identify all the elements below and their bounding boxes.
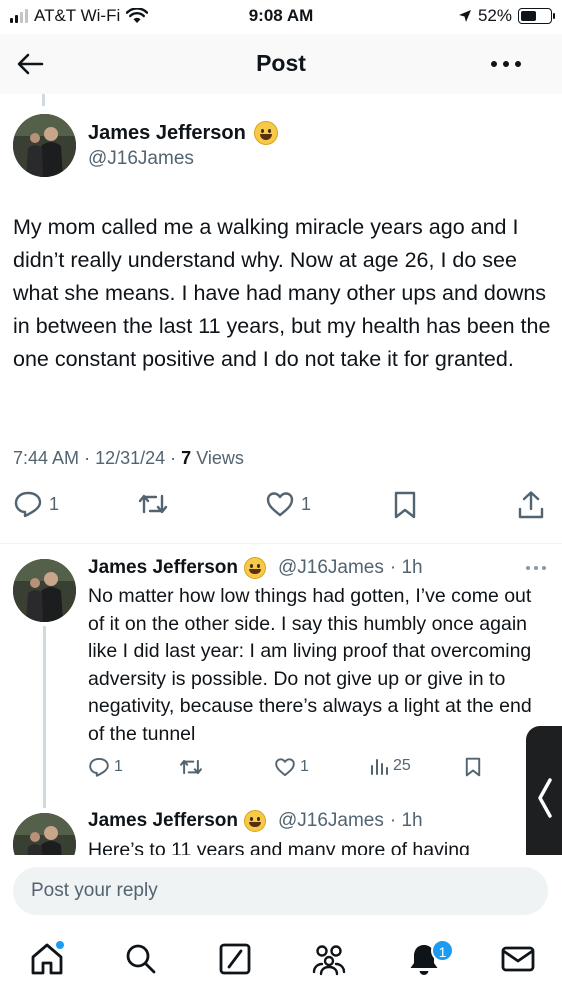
battery-fill bbox=[521, 11, 536, 21]
notification-badge: 1 bbox=[431, 939, 454, 962]
author-name[interactable]: James Jefferson bbox=[88, 121, 278, 145]
author-handle[interactable]: @J16James bbox=[88, 148, 194, 170]
reply-time: · 1h bbox=[389, 810, 423, 831]
post-meta: 7:44 AM · 12/31/24 · 7 Views bbox=[13, 448, 244, 468]
bookmark-button[interactable] bbox=[392, 490, 418, 520]
like-button[interactable]: 1 bbox=[274, 756, 309, 778]
reply-text: Here’s to 11 years and many more of havi… bbox=[88, 839, 470, 855]
views-count: 25 bbox=[393, 757, 411, 774]
post-time: 7:44 AM bbox=[13, 448, 80, 468]
location-arrow-icon bbox=[458, 10, 471, 22]
post-header: Post bbox=[0, 34, 562, 94]
reply-actions: 1 1 25 bbox=[0, 756, 562, 782]
chevron-left-icon bbox=[538, 778, 552, 818]
reply-item: James Jefferson @J16James · 1h Here’s to… bbox=[0, 805, 562, 855]
reply-icon bbox=[14, 491, 42, 518]
reply-count: 1 bbox=[114, 758, 123, 775]
share-button[interactable] bbox=[516, 490, 546, 520]
reply-count: 1 bbox=[49, 493, 60, 514]
divider bbox=[0, 543, 562, 544]
views-label: Views bbox=[196, 448, 244, 468]
battery-percent: 52% bbox=[477, 6, 512, 25]
repost-icon bbox=[180, 759, 202, 775]
status-right: 52% bbox=[458, 6, 555, 26]
reply-button[interactable]: 1 bbox=[13, 490, 59, 518]
home-new-dot bbox=[56, 941, 64, 949]
more-options-icon[interactable] bbox=[524, 563, 548, 573]
author-name-text: James Jefferson bbox=[88, 121, 246, 144]
bookmark-icon bbox=[465, 757, 481, 777]
repost-button[interactable] bbox=[178, 756, 204, 778]
reply-input[interactable]: Post your reply bbox=[13, 867, 548, 915]
views-button[interactable]: 25 bbox=[369, 756, 411, 776]
like-button[interactable]: 1 bbox=[265, 490, 311, 518]
like-count: 1 bbox=[300, 758, 309, 775]
messages-icon[interactable] bbox=[500, 941, 536, 977]
views-chart-icon bbox=[371, 759, 388, 775]
bookmark-icon bbox=[394, 491, 416, 519]
reply-icon bbox=[89, 757, 109, 777]
bookmark-button[interactable] bbox=[464, 756, 482, 778]
battery-icon bbox=[518, 8, 555, 24]
reply-header: James Jefferson @J16James · 1h bbox=[88, 557, 423, 579]
reply-text: No matter how low things had gotten, I’v… bbox=[88, 585, 532, 745]
page-title: Post bbox=[256, 50, 306, 76]
side-panel-handle[interactable] bbox=[526, 726, 562, 870]
reply-composer: Post your reply bbox=[0, 855, 562, 923]
reply-author-name[interactable]: James Jefferson bbox=[88, 810, 238, 832]
status-bar: AT&T Wi-Fi 9:08 AM 52% bbox=[0, 0, 562, 34]
like-count: 1 bbox=[301, 493, 312, 514]
share-icon bbox=[518, 491, 544, 519]
grinning-face-icon bbox=[243, 810, 266, 832]
reply-author-handle[interactable]: @J16James bbox=[278, 557, 384, 579]
repost-icon bbox=[138, 494, 168, 514]
post-text: My mom called me a walking miracle years… bbox=[13, 215, 551, 371]
post-date: 12/31/24 bbox=[95, 448, 166, 468]
reply-button[interactable]: 1 bbox=[88, 756, 123, 778]
reply-author-name[interactable]: James Jefferson bbox=[88, 557, 238, 579]
reply-author-handle[interactable]: @J16James bbox=[278, 810, 384, 832]
thread-connector bbox=[42, 94, 45, 106]
grok-icon[interactable] bbox=[217, 941, 253, 977]
search-icon[interactable] bbox=[123, 941, 159, 977]
reply-time: · 1h bbox=[389, 557, 423, 578]
reply-header: James Jefferson @J16James · 1h bbox=[88, 810, 423, 832]
bottom-nav bbox=[0, 923, 562, 1000]
avatar[interactable] bbox=[13, 114, 76, 177]
more-options-icon[interactable] bbox=[488, 54, 524, 74]
communities-icon[interactable] bbox=[311, 941, 347, 977]
repost-button[interactable] bbox=[136, 490, 170, 518]
grinning-face-icon bbox=[243, 557, 266, 579]
like-icon bbox=[275, 758, 295, 777]
like-icon bbox=[266, 492, 294, 517]
avatar[interactable] bbox=[13, 559, 76, 622]
avatar[interactable] bbox=[13, 813, 76, 855]
post-actions: 1 1 bbox=[0, 490, 562, 530]
grinning-face-icon bbox=[253, 121, 278, 145]
views-count: 7 bbox=[181, 448, 192, 468]
